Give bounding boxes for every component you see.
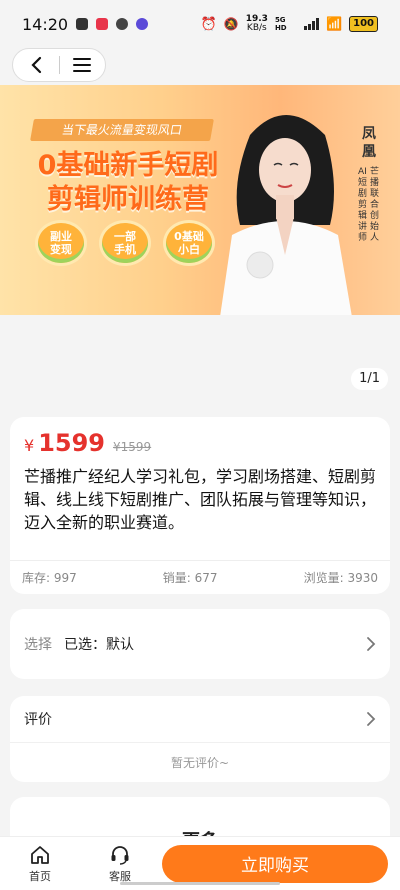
instructor-role-line2: AI短剧剪辑讲师: [358, 167, 368, 243]
product-banner[interactable]: 当下最火流量变现风口 0基础新手短剧 剪辑师训练营 副业 变现 一部 手机 0基…: [0, 85, 400, 315]
mute-icon: 🔕: [223, 17, 239, 31]
home-tab[interactable]: 首页: [0, 844, 80, 884]
instructor-name: 凤凰: [362, 126, 376, 160]
product-description: 芒播推广经纪人学习礼包，学习剧场搭建、短剧剪辑、线上线下短剧推广、团队拓展与管理…: [24, 467, 377, 532]
price-card: ¥ 1599 ¥1599 芒播推广经纪人学习礼包，学习剧场搭建、短剧剪辑、线上线…: [10, 417, 390, 594]
chevron-left-icon: [31, 56, 41, 74]
chat-icon: [116, 18, 129, 30]
original-price: ¥1599: [112, 440, 152, 454]
network-type: 5G HD: [274, 16, 287, 32]
home-indicator: [120, 882, 280, 885]
notification-icon: [76, 18, 89, 30]
status-bar: 14:20 ⏰ 🔕 19.3 KB/s 5G HD 📶 100: [0, 0, 400, 48]
reviews-title: 评价: [24, 712, 52, 728]
banner-pills: 副业 变现 一部 手机 0基础 小白: [38, 223, 212, 263]
banner-tag: 当下最火流量变现风口: [30, 119, 214, 141]
spec-value: 已选：默认: [64, 637, 134, 653]
app-badge-icon: [136, 18, 149, 30]
menu-button[interactable]: [60, 49, 106, 81]
signal-icon: [303, 18, 319, 30]
reviews-empty-text: 暂无评价~: [170, 756, 230, 770]
spec-label: 选择: [24, 637, 52, 653]
customer-service-tab[interactable]: 客服: [80, 844, 160, 884]
home-icon: [31, 845, 49, 864]
price: 1599: [38, 429, 105, 457]
network-speed: 19.3 KB/s: [245, 14, 268, 33]
instructor-portrait: [220, 115, 352, 315]
home-label: 首页: [29, 869, 51, 883]
battery-icon: 100: [349, 16, 378, 32]
wifi-icon: 📶: [325, 16, 343, 32]
price-row: ¥ 1599 ¥1599: [10, 417, 390, 457]
clock: 14:20: [22, 14, 69, 34]
view-count: 浏览量: 3930: [303, 571, 378, 585]
app-notification-icon: [96, 18, 109, 30]
buy-now-button[interactable]: 立即购买: [162, 844, 388, 883]
instructor-role: AI短剧剪辑讲师 芒播联合创始人: [358, 167, 382, 244]
headset-icon: [111, 845, 129, 865]
spec-selector[interactable]: 选择 已选：默认: [10, 609, 390, 679]
instructor-role-line1: 芒播联合创始人: [370, 167, 380, 243]
back-button[interactable]: [13, 49, 59, 81]
image-pager: 1/1: [351, 368, 388, 390]
banner-pill: 0基础 小白: [166, 223, 212, 263]
stock-count: 库存: 997: [22, 571, 77, 585]
banner-title-line1: 0基础新手短剧: [37, 150, 219, 181]
currency-symbol: ¥: [24, 436, 35, 455]
banner-title-line2: 剪辑师训练营: [47, 184, 209, 215]
product-stats: 库存: 997 销量: 677 浏览量: 3930: [10, 560, 390, 594]
alarm-icon: ⏰: [200, 16, 217, 32]
menu-icon: [73, 58, 92, 72]
banner-pill: 副业 变现: [38, 223, 84, 263]
chevron-right-icon: [367, 637, 376, 651]
nav-capsule: [12, 48, 106, 82]
banner-title: 0基础新手短剧 剪辑师训练营: [28, 149, 228, 217]
sales-count: 销量: 677: [162, 571, 218, 585]
reviews-card: 评价 暂无评价~: [10, 696, 390, 782]
reviews-header[interactable]: 评价: [10, 696, 390, 743]
chevron-right-icon: [367, 712, 376, 726]
banner-pill: 一部 手机: [102, 223, 148, 263]
